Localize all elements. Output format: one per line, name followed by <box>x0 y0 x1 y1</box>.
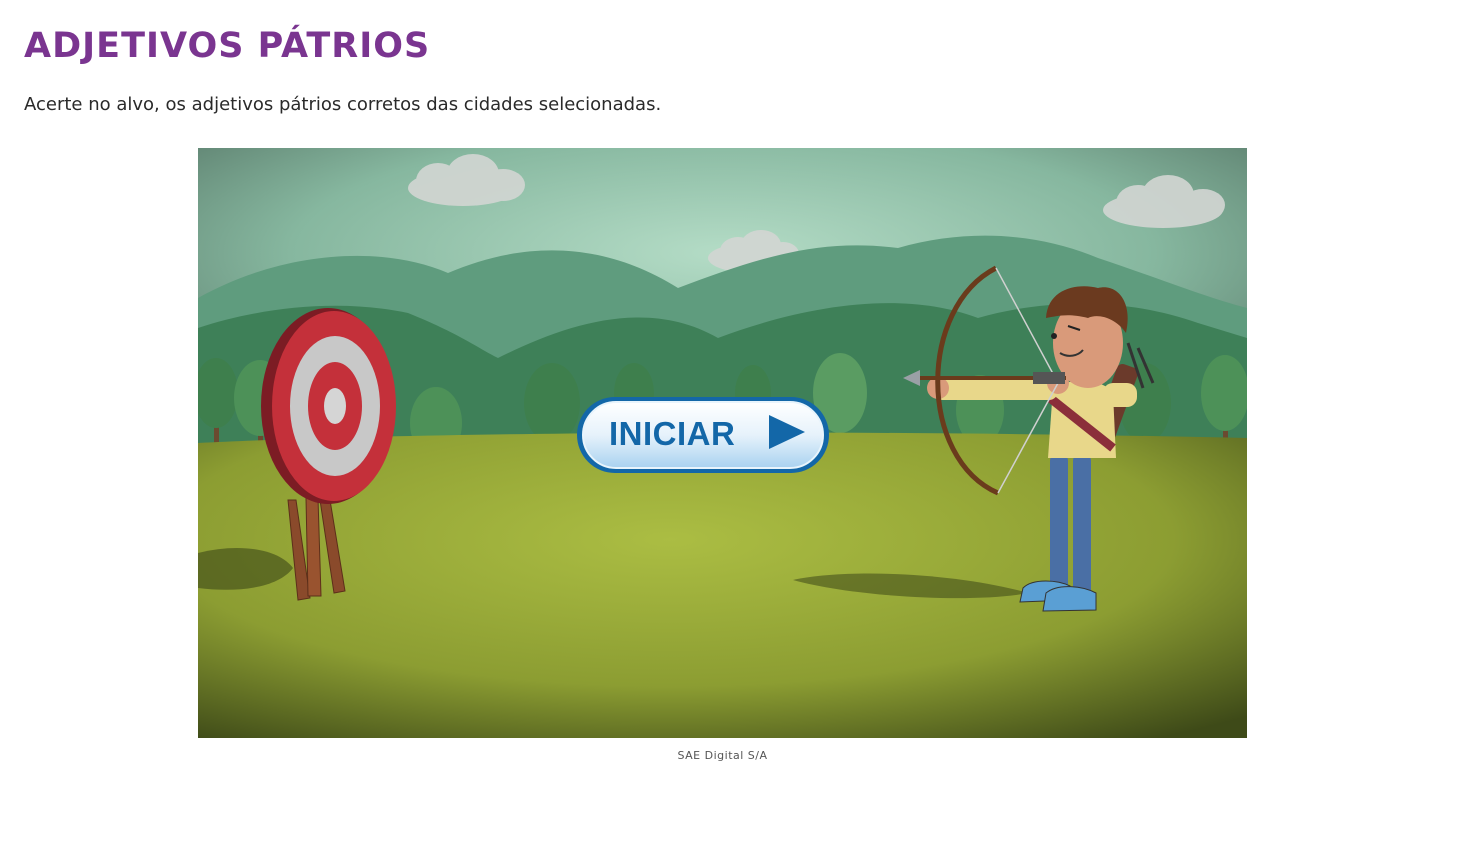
instructions-text: Acerte no alvo, os adjetivos pátrios cor… <box>24 94 662 115</box>
image-credit: SAE Digital S/A <box>677 749 768 762</box>
page-title: ADJETIVOS PÁTRIOS <box>24 26 431 66</box>
game-frame[interactable]: INICIAR <box>198 148 1247 738</box>
start-button-label: INICIAR <box>609 415 736 452</box>
start-button[interactable]: INICIAR <box>575 395 831 477</box>
